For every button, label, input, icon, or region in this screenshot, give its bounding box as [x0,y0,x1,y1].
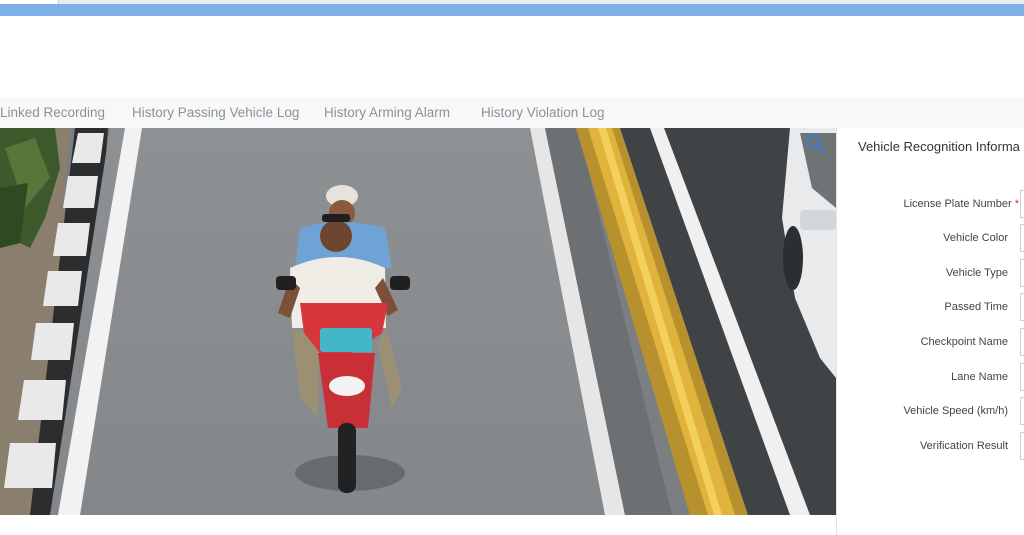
checkpoint-name-label: Checkpoint Name [920,336,1008,348]
title-bar [0,4,1024,16]
magnifier-icon[interactable] [806,134,826,154]
tab-linked-recording[interactable]: Linked Recording [0,105,105,120]
tab-history-passing-vehicle-log[interactable]: History Passing Vehicle Log [132,105,299,120]
vehicle-speed-label: Vehicle Speed (km/h) [903,405,1008,417]
snapshot-scene [0,128,836,515]
passed-time-label: Passed Time [944,301,1008,313]
passed-time-field[interactable] [1020,293,1024,321]
vehicle-snapshot-image[interactable] [0,128,836,515]
checkpoint-name-field[interactable] [1020,328,1024,356]
required-marker: * [1014,198,1019,210]
tab-history-arming-alarm[interactable]: History Arming Alarm [324,105,450,120]
lane-name-field[interactable] [1020,363,1024,391]
panel-title: Vehicle Recognition Informa [858,139,1020,154]
vehicle-speed-field[interactable] [1020,397,1024,425]
verification-result-label: Verification Result [919,440,1008,452]
lane-name-label: Lane Name [951,371,1008,383]
snapshot-footer [0,515,836,535]
tab-bar: Linked Recording History Passing Vehicle… [0,98,1024,129]
vehicle-color-label: Vehicle Color [943,232,1008,244]
vehicle-type-field[interactable] [1020,259,1024,287]
license-plate-label: License Plate Number * [903,198,1019,210]
verification-result-field[interactable] [1020,432,1024,460]
license-plate-field[interactable] [1020,190,1024,218]
vehicle-type-label: Vehicle Type [945,267,1008,279]
tab-history-violation-log[interactable]: History Violation Log [481,105,605,120]
vehicle-color-field[interactable] [1020,224,1024,252]
vehicle-info-panel: Vehicle Recognition Informa License Plat… [836,128,1024,535]
